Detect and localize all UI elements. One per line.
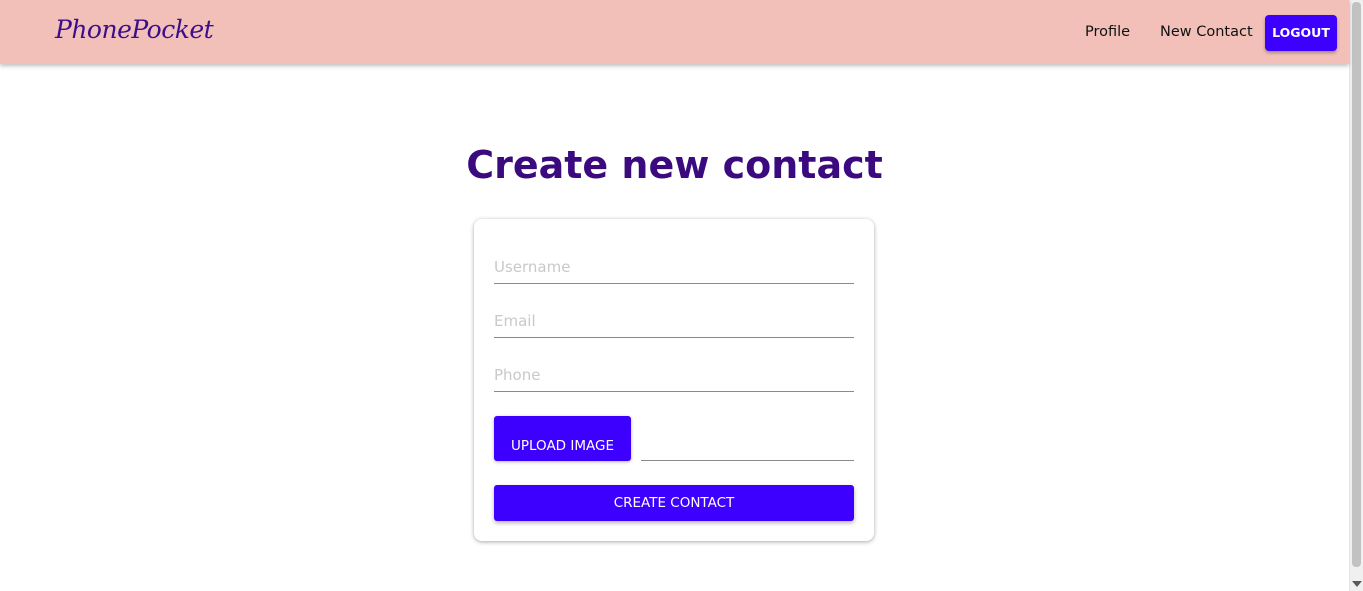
nav-link-new-contact[interactable]: New Contact (1160, 22, 1253, 42)
scrollbar-thumb[interactable] (1352, 2, 1361, 567)
create-contact-form: UPLOAD IMAGE CREATE CONTACT (474, 219, 874, 541)
nav-link-profile[interactable]: Profile (1085, 22, 1130, 42)
upload-image-button[interactable]: UPLOAD IMAGE (494, 416, 631, 461)
phone-input[interactable] (494, 352, 854, 391)
username-field-wrapper (494, 244, 854, 284)
uploaded-file-name-field (641, 424, 854, 461)
logout-button[interactable]: LOGOUT (1265, 15, 1337, 51)
page-title: Create new contact (466, 143, 883, 187)
app-logo[interactable]: PhonePocket (55, 14, 214, 46)
username-input[interactable] (494, 244, 854, 283)
email-input[interactable] (494, 298, 854, 337)
email-field-wrapper (494, 298, 854, 338)
scroll-down-arrow-icon[interactable] (1352, 581, 1362, 587)
phone-field-wrapper (494, 352, 854, 392)
page: PhonePocket Profile New Contact LOGOUT C… (0, 0, 1363, 591)
create-contact-button[interactable]: CREATE CONTACT (494, 485, 854, 521)
vertical-scrollbar[interactable] (1349, 0, 1363, 591)
top-app-bar: PhonePocket Profile New Contact LOGOUT (0, 0, 1349, 64)
